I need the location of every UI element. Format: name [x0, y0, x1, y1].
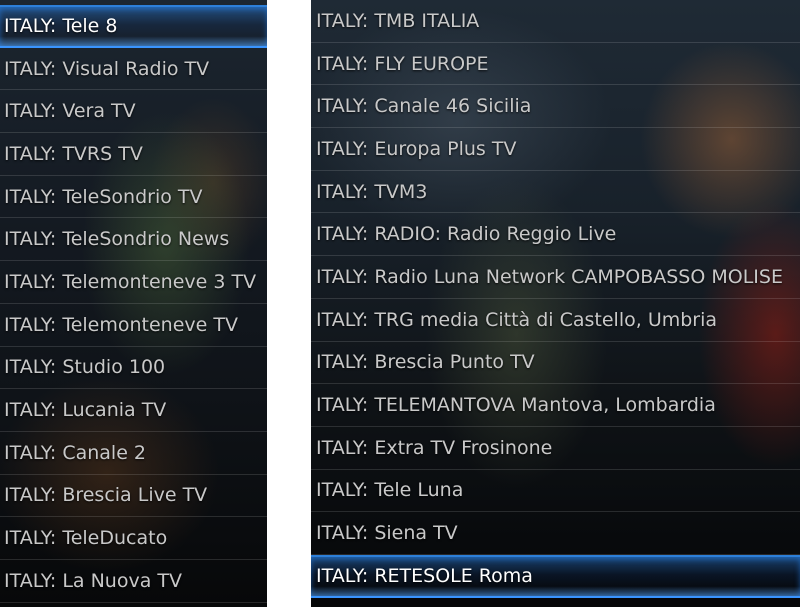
- channel-item[interactable]: ITALY: Radio Luna Network CAMPOBASSO MOL…: [311, 256, 800, 299]
- channel-item[interactable]: ITALY: Extra TV Frosinone: [311, 427, 800, 470]
- channel-item[interactable]: ITALY: TVRS TV: [0, 133, 267, 176]
- channel-item[interactable]: ITALY: FLY EUROPE: [311, 43, 800, 86]
- channel-item[interactable]: ITALY: TELEMANTOVA Mantova, Lombardia: [311, 384, 800, 427]
- channel-item[interactable]: ITALY: Studio 100: [0, 347, 267, 390]
- channel-item[interactable]: ITALY: La Nuova TV: [0, 560, 267, 603]
- channel-item[interactable]: ITALY: TVM3: [311, 171, 800, 214]
- channel-item[interactable]: ITALY: TeleSondrio TV: [0, 176, 267, 219]
- right-channel-panel: ITALY: TMB ITALIA ITALY: FLY EUROPE ITAL…: [311, 0, 800, 607]
- channel-item-selected[interactable]: ITALY: RETESOLE Roma: [311, 554, 800, 598]
- channel-item[interactable]: ITALY: Brescia Live TV: [0, 475, 267, 518]
- channel-item-selected[interactable]: ITALY: Tele 8: [0, 5, 267, 48]
- channel-item[interactable]: ITALY: TRG media Città di Castello, Umbr…: [311, 299, 800, 342]
- channel-item[interactable]: ITALY: Siena TV: [311, 512, 800, 555]
- channel-item[interactable]: ITALY: Canale 46 Sicilia: [311, 85, 800, 129]
- channel-item[interactable]: ITALY: TMB ITALIA: [311, 0, 800, 43]
- channel-item[interactable]: ITALY: TeleSondrio News: [0, 218, 267, 262]
- channel-item[interactable]: ITALY: RADIO: Radio Reggio Live: [311, 213, 800, 257]
- channel-item[interactable]: ITALY: Lucania TV: [0, 389, 267, 432]
- channel-item[interactable]: ITALY: Tele Luna: [311, 470, 800, 513]
- channel-item[interactable]: ITALY: Europa Plus TV: [311, 128, 800, 171]
- channel-item[interactable]: ITALY: Telemonteneve TV: [0, 304, 267, 347]
- channel-item[interactable]: ITALY: Vera TV: [0, 90, 267, 134]
- channel-item[interactable]: ITALY: Visual Radio TV: [0, 48, 267, 91]
- left-channel-panel: ITALY: Tele 8 ITALY: Visual Radio TV ITA…: [0, 0, 267, 607]
- channel-item[interactable]: ITALY: Brescia Punto TV: [311, 342, 800, 385]
- channel-item[interactable]: ITALY: Canale 2: [0, 432, 267, 475]
- channel-item[interactable]: ITALY: TeleDucato: [0, 517, 267, 560]
- right-channel-list: ITALY: TMB ITALIA ITALY: FLY EUROPE ITAL…: [311, 0, 800, 598]
- channel-item[interactable]: ITALY: Telemonteneve 3 TV: [0, 261, 267, 304]
- left-channel-list: ITALY: Tele 8 ITALY: Visual Radio TV ITA…: [0, 5, 267, 603]
